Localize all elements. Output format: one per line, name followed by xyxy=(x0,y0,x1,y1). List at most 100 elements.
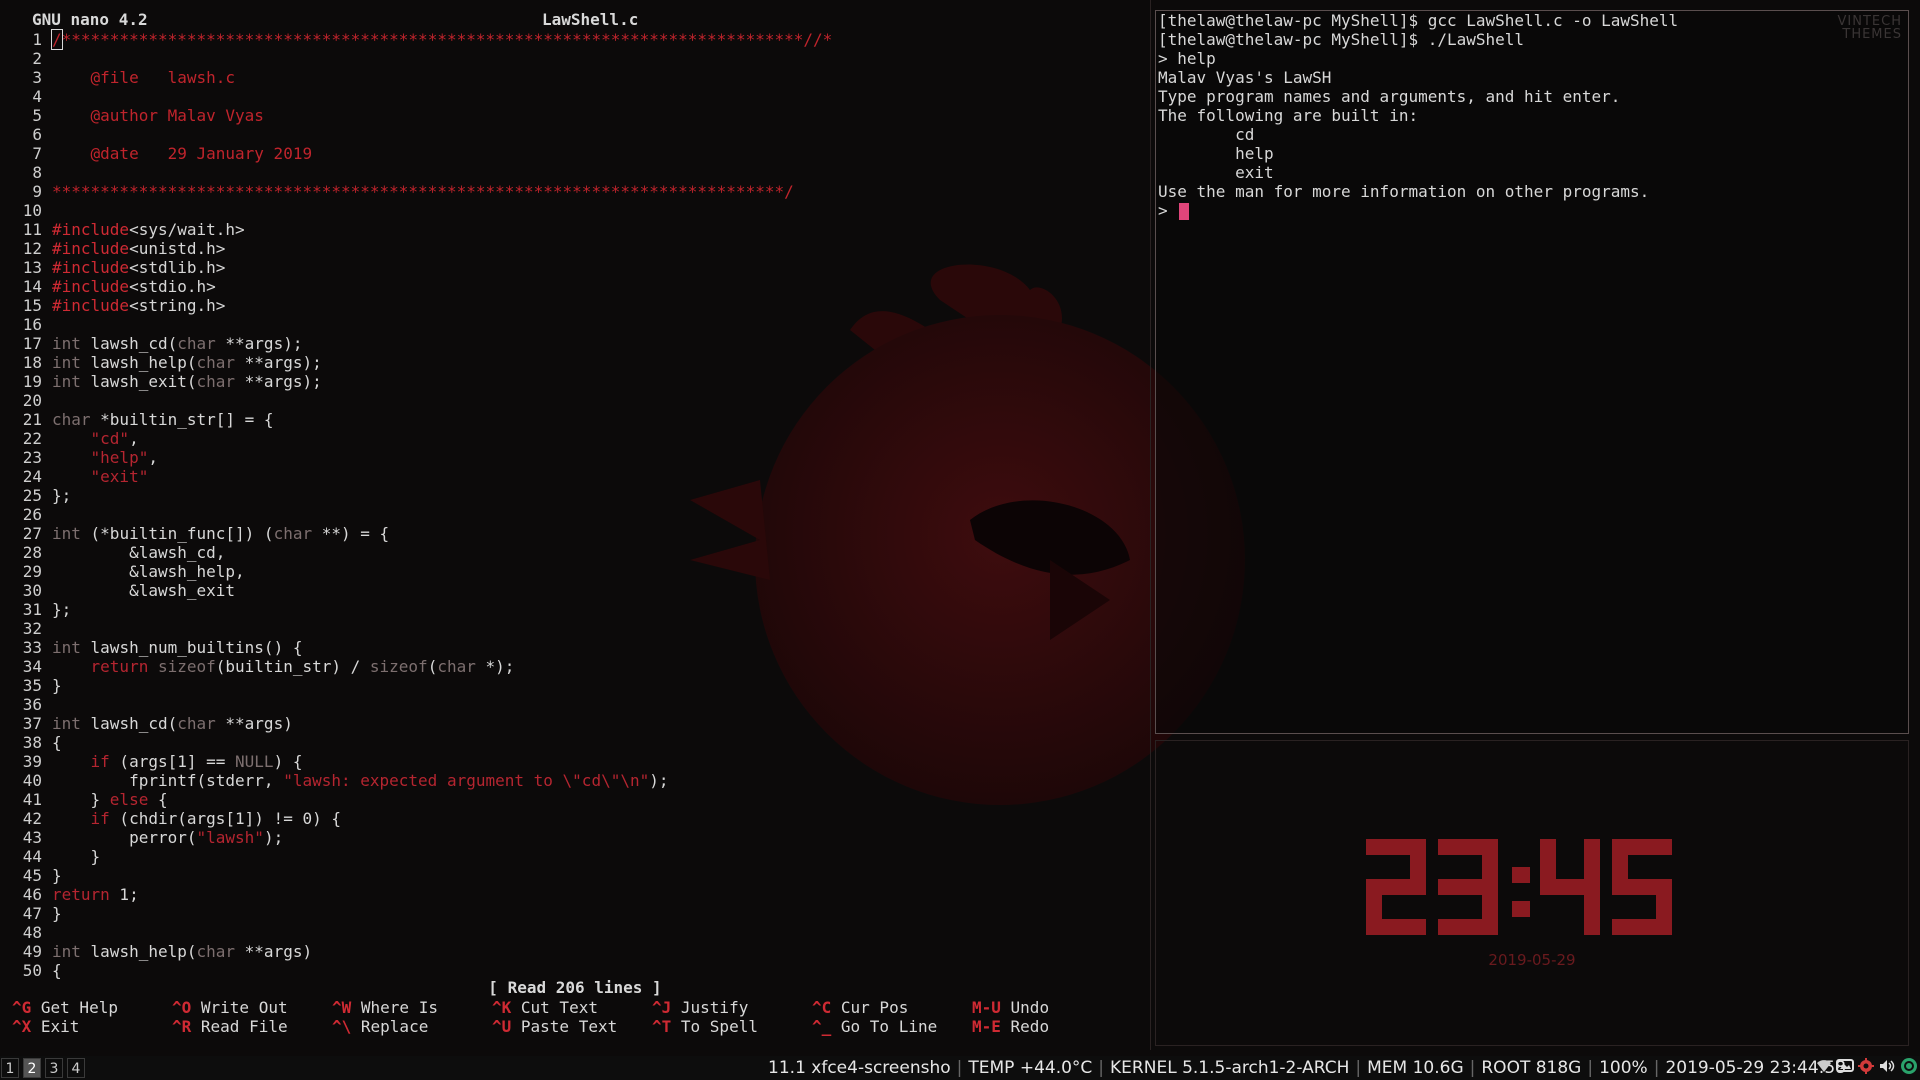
code-line[interactable]: 23 "help", xyxy=(0,448,1150,467)
code-token: *builtin_str[] = { xyxy=(90,410,274,429)
code-line[interactable]: 46 return 1; xyxy=(0,885,1150,904)
code-line[interactable]: 28 &lawsh_cd, xyxy=(0,543,1150,562)
code-editor[interactable]: 1/**************************************… xyxy=(0,29,1150,980)
nano-editor-pane[interactable]: GNU nano 4.2 LawShell.c 1/**************… xyxy=(0,0,1151,1050)
code-token: "cd" xyxy=(90,429,130,448)
line-text: &lawsh_exit xyxy=(52,581,235,600)
code-line[interactable]: 29 &lawsh_help, xyxy=(0,562,1150,581)
code-line[interactable]: 15 #include<string.h> xyxy=(0,296,1150,315)
line-text: perror("lawsh"); xyxy=(52,828,283,847)
code-line[interactable]: 37 int lawsh_cd(char **args) xyxy=(0,714,1150,733)
code-line[interactable]: 42 if (chdir(args[1]) != 0) { xyxy=(0,809,1150,828)
volume-stat: 100% xyxy=(1599,1058,1648,1078)
terminal-prompt-line[interactable]: > xyxy=(1156,201,1908,220)
code-line[interactable]: 44 } xyxy=(0,847,1150,866)
line-text: @file lawsh.c xyxy=(52,68,236,87)
code-line[interactable]: 25}; xyxy=(0,486,1150,505)
shortcut-key: ^W xyxy=(332,998,352,1017)
code-line[interactable]: 13 #include<stdlib.h> xyxy=(0,258,1150,277)
code-line[interactable]: 8 xyxy=(0,163,1150,182)
line-number: 21 xyxy=(22,410,42,429)
line-number: 34 xyxy=(22,657,42,676)
code-line[interactable]: 7 @date 29 January 2019 xyxy=(0,144,1150,163)
code-line[interactable]: 26 xyxy=(0,505,1150,524)
line-text: } xyxy=(52,676,62,695)
code-token: , xyxy=(129,429,139,448)
code-line[interactable]: 4 xyxy=(0,87,1150,106)
workspace-4[interactable]: 4 xyxy=(67,1058,85,1078)
code-line[interactable]: 11 #include<sys/wait.h> xyxy=(0,220,1150,239)
code-line[interactable]: 35} xyxy=(0,676,1150,695)
settings-icon[interactable] xyxy=(1858,1058,1874,1078)
code-line[interactable]: 49 int lawsh_help(char **args) xyxy=(0,942,1150,961)
code-token: 1; xyxy=(109,885,139,904)
shortcut-item: ^J Justify xyxy=(652,998,748,1017)
code-token: } xyxy=(52,904,62,923)
shortcut-key: M-U xyxy=(972,998,1001,1017)
code-line[interactable]: 10 xyxy=(0,201,1150,220)
code-token: char xyxy=(177,334,216,353)
code-line[interactable]: 17 int lawsh_cd(char **args); xyxy=(0,334,1150,353)
code-line[interactable]: 6 xyxy=(0,125,1150,144)
line-text: if (chdir(args[1]) != 0) { xyxy=(52,809,341,828)
code-line[interactable]: 2 xyxy=(0,49,1150,68)
code-line[interactable]: 19 int lawsh_exit(char **args); xyxy=(0,372,1150,391)
active-window-title[interactable]: 11.1 xfce4-screensho xyxy=(768,1058,951,1078)
update-icon[interactable] xyxy=(1900,1057,1918,1079)
line-text: int lawsh_help(char **args) xyxy=(52,942,312,961)
code-line[interactable]: 22 "cd", xyxy=(0,429,1150,448)
shortcut-item: M-U Undo xyxy=(972,998,1049,1017)
code-line[interactable]: 34 return sizeof(builtin_str) / sizeof(c… xyxy=(0,657,1150,676)
code-line[interactable]: 12 #include<unistd.h> xyxy=(0,239,1150,258)
code-line[interactable]: 14 #include<stdio.h> xyxy=(0,277,1150,296)
code-line[interactable]: 43 perror("lawsh"); xyxy=(0,828,1150,847)
line-number: 5 xyxy=(32,106,42,125)
code-line[interactable]: 38 { xyxy=(0,733,1150,752)
wifi-icon[interactable] xyxy=(1816,1058,1832,1078)
code-token: &lawsh_help, xyxy=(52,562,245,581)
line-text: #include<unistd.h> xyxy=(52,239,225,258)
code-line[interactable]: 40 fprintf(stderr, "lawsh: expected argu… xyxy=(0,771,1150,790)
code-line[interactable]: 18 int lawsh_help(char **args); xyxy=(0,353,1150,372)
nano-shortcut-bar: ^G Get Help ^O Write Out ^W Where Is ^K Cut… xyxy=(0,998,1150,1038)
shortcut-item: ^X Exit xyxy=(12,1017,79,1036)
shortcut-key: ^O xyxy=(172,998,192,1017)
code-line[interactable]: 9 ***************************************… xyxy=(0,182,1150,201)
code-line[interactable]: 3 @file lawsh.c xyxy=(0,68,1150,87)
terminal-pane[interactable]: VINTECH THEMES [thelaw@thelaw-pc MyShell… xyxy=(1155,10,1909,734)
display-icon[interactable] xyxy=(1836,1058,1854,1078)
code-line[interactable]: 47} xyxy=(0,904,1150,923)
code-line[interactable]: 27 int (*builtin_func[]) (char **) = { xyxy=(0,524,1150,543)
code-token: char xyxy=(52,410,91,429)
code-token: ( xyxy=(427,657,438,676)
code-line[interactable]: 41 } else { xyxy=(0,790,1150,809)
line-number: 25 xyxy=(22,486,42,505)
code-line[interactable]: 1 /**************************************… xyxy=(0,29,1150,50)
code-line[interactable]: 21 char *builtin_str[] = { xyxy=(0,410,1150,429)
code-line[interactable]: 45} xyxy=(0,866,1150,885)
code-line[interactable]: 39 if (args[1] == NULL) { xyxy=(0,752,1150,771)
shortcut-item: ^\ Replace xyxy=(332,1017,428,1036)
code-line[interactable]: 16 xyxy=(0,315,1150,334)
workspace-2[interactable]: 2 xyxy=(23,1058,41,1078)
code-token: "exit" xyxy=(90,467,149,486)
code-token: **) = { xyxy=(312,524,390,543)
workspace-1[interactable]: 1 xyxy=(1,1058,19,1078)
code-line[interactable]: 24 "exit" xyxy=(0,467,1150,486)
code-line[interactable]: 31}; xyxy=(0,600,1150,619)
workspace-3[interactable]: 3 xyxy=(45,1058,63,1078)
code-line[interactable]: 5 @author Malav Vyas xyxy=(0,106,1150,125)
code-line[interactable]: 32 xyxy=(0,619,1150,638)
code-line[interactable]: 20 xyxy=(0,391,1150,410)
code-token: char xyxy=(177,714,216,733)
code-token: &lawsh_exit xyxy=(52,581,236,600)
code-line[interactable]: 33 int lawsh_num_builtins() { xyxy=(0,638,1150,657)
code-line[interactable]: 36 xyxy=(0,695,1150,714)
line-text: } xyxy=(52,866,62,885)
code-line[interactable]: 48 xyxy=(0,923,1150,942)
code-line[interactable]: 30 &lawsh_exit xyxy=(0,581,1150,600)
line-number: 17 xyxy=(22,334,42,353)
volume-icon[interactable] xyxy=(1878,1058,1896,1078)
code-token: { xyxy=(148,790,168,809)
